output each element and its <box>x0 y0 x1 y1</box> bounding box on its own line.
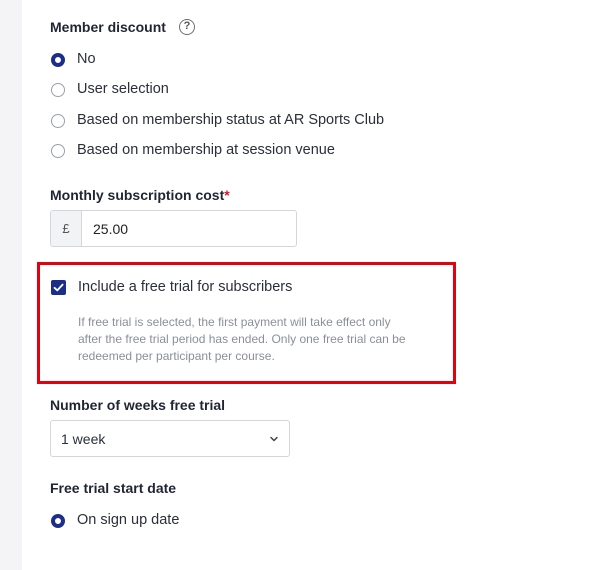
free-trial-note-line: redeemed per participant per course. <box>78 349 275 363</box>
member-discount-label: Member discount <box>50 19 166 35</box>
free-trial-note-line: If free trial is selected, the first pay… <box>78 315 391 329</box>
chevron-down-icon <box>270 436 278 441</box>
radio-label-no: No <box>77 51 96 67</box>
radio-member-discount-session-venue[interactable] <box>51 144 65 158</box>
radio-label-sign-up-date: On sign up date <box>77 512 180 528</box>
required-mark: * <box>224 187 230 203</box>
currency-prefix: £ <box>51 211 82 246</box>
weeks-free-trial-select[interactable]: 1 week <box>50 420 290 457</box>
free-trial-start-date-label: Free trial start date <box>50 480 177 496</box>
question-circle-icon[interactable]: ? <box>179 19 195 35</box>
subscription-cost-label-text: Monthly subscription cost <box>50 187 225 203</box>
free-trial-note: If free trial is selected, the first pay… <box>78 314 406 365</box>
free-trial-checkbox-label[interactable]: Include a free trial for subscribers <box>78 279 292 295</box>
free-trial-note-line: after the free trial period has ended. O… <box>78 332 406 346</box>
radio-label-user-selection: User selection <box>77 81 169 97</box>
checkmark-icon <box>53 283 64 292</box>
radio-trial-start-sign-up[interactable] <box>51 514 65 528</box>
radio-member-discount-no[interactable] <box>51 53 65 67</box>
radio-member-discount-user-selection[interactable] <box>51 83 65 97</box>
radio-label-membership-status: Based on membership status at AR Sports … <box>77 112 385 128</box>
radio-member-discount-membership-status[interactable] <box>51 114 65 128</box>
subscription-cost-value[interactable]: 25.00 <box>82 211 128 246</box>
radio-label-session-venue: Based on membership at session venue <box>77 142 335 158</box>
weeks-free-trial-label: Number of weeks free trial <box>50 397 226 413</box>
weeks-free-trial-selected-value: 1 week <box>61 430 106 447</box>
subscription-cost-input[interactable]: £ 25.00 <box>50 210 297 247</box>
free-trial-checkbox[interactable] <box>51 280 66 295</box>
subscription-cost-label: Monthly subscription cost* <box>50 187 230 203</box>
